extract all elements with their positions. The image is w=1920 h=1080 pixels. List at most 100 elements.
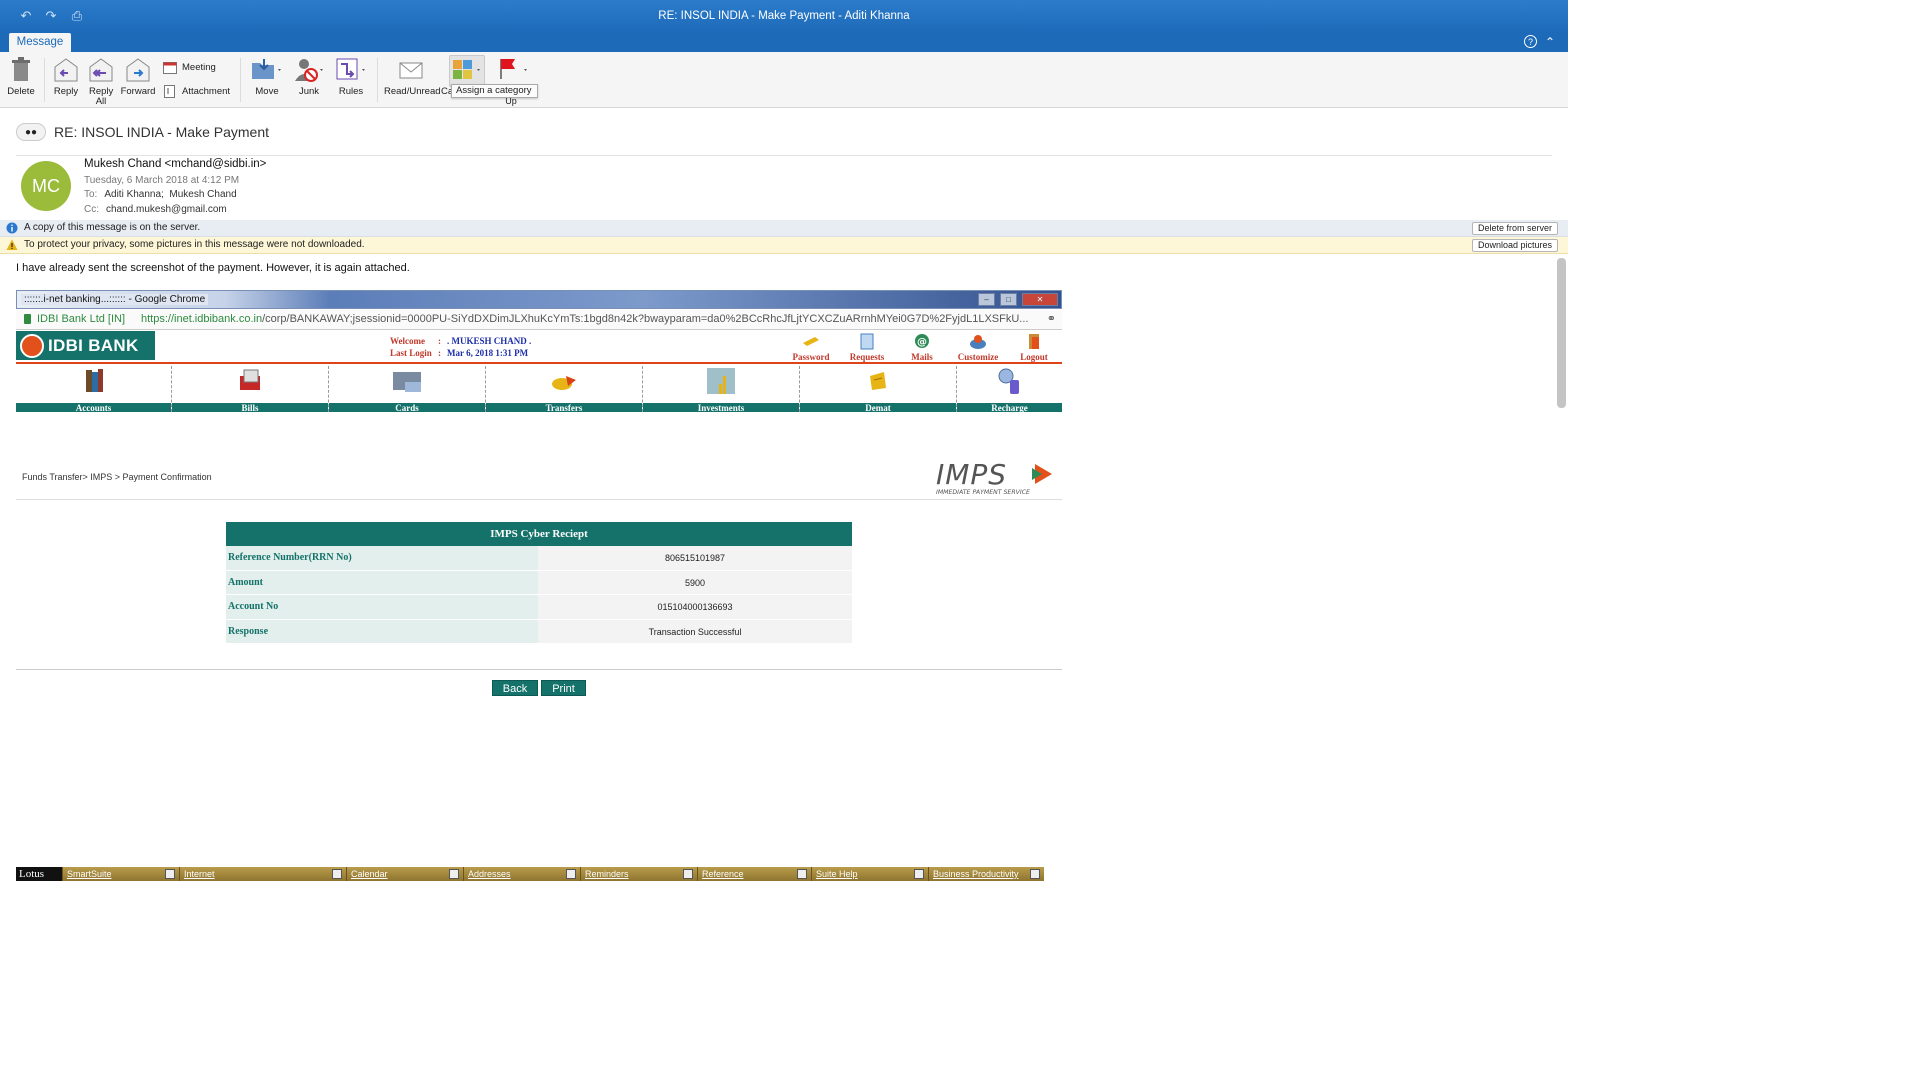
taskbar-item-icon [683,869,693,879]
calendar-icon [163,62,177,74]
to-recipients[interactable]: Aditi Khanna; Mukesh Chand [104,189,236,200]
browser-title-bar: ::::::.i-net banking...:::::: - Google C… [16,290,1062,309]
info-text: A copy of this message is on the server. [24,222,201,233]
trash-icon [12,57,30,81]
receipt-value: Transaction Successful [538,619,852,643]
welcome-block: Welcome:. MUKESH CHAND . Last Login: Mar … [390,336,532,358]
back-button: Back [492,680,538,696]
conversation-icon[interactable]: ●● [16,123,46,141]
menu-recharge-label: Recharge [957,403,1062,413]
menu-bills: Bills [172,366,329,413]
read-unread-button[interactable]: Read/Unread [384,55,441,97]
accounts-icon [85,369,103,392]
to-label: To: [84,189,98,200]
delete-button[interactable]: Delete [6,55,36,97]
delete-label: Delete [7,86,35,97]
meeting-label: Meeting [182,62,216,73]
junk-button[interactable]: Junk [292,55,326,97]
attachment-label: Attachment [182,86,231,97]
taskbar-item-icon [332,869,342,879]
reply-button[interactable]: Reply [51,55,81,97]
table-row: Response Transaction Successful [226,619,852,644]
receipt-label: Amount [226,570,538,594]
move-label: Move [255,86,279,97]
table-row: Reference Number(RRN No) 806515101987 [226,546,852,571]
email-subject: RE: INSOL INDIA - Make Payment [54,124,269,140]
attachment-button[interactable]: Attachment [163,85,230,98]
to-line: To: Aditi Khanna; Mukesh Chand [84,189,237,200]
taskbar-item-label: Reference [702,869,744,879]
demat-icon [870,372,886,390]
menu-cards: Cards [329,366,486,413]
ribbon: Delete Reply Reply All Forward Meeting A… [0,52,1568,108]
help-icon[interactable]: ? [1524,35,1537,48]
forward-button[interactable]: Forward [120,55,156,97]
topnav-requests: Requests [842,333,892,362]
svg-text:@: @ [917,337,927,348]
move-button[interactable]: Move [250,55,284,97]
imps-logo: IMPS IMMEDIATE PAYMENT SERVICE [936,458,1052,496]
transfers-icon [552,376,576,390]
divider [16,155,1552,156]
taskbar-item-label: Calendar [351,869,388,879]
menu-transfers: Transfers [486,366,643,413]
taskbar-item: SmartSuite [62,867,179,881]
ribbon-separator [377,58,378,102]
info-bar: A copy of this message is on the server.… [0,220,1568,237]
topnav-customize-label: Customize [957,352,999,362]
idbi-logo-mark [20,333,44,358]
meeting-button[interactable]: Meeting [163,61,216,74]
receipt-label: Reference Number(RRN No) [226,546,538,570]
taskbar-item: Internet [179,867,346,881]
reply-icon [54,58,78,82]
cc-label: Cc: [84,204,99,215]
menu-demat-label: Demat [800,403,956,413]
taskbar-item-icon [165,869,175,879]
reply-all-button[interactable]: Reply All [86,55,116,107]
taskbar-item-label: Suite Help [816,869,858,879]
lotus-brand: Lotus [16,867,62,881]
minimize-icon: – [978,293,995,306]
delete-from-server-button[interactable]: Delete from server [1471,222,1558,235]
cc-recipients[interactable]: chand.mukesh@gmail.com [106,204,227,215]
browser-title: ::::::.i-net banking...:::::: - Google C… [21,294,209,305]
attachment-icon [164,85,175,98]
rules-button[interactable]: Rules [334,55,368,97]
topnav-logout: Logout [1009,333,1059,362]
receipt-title: IMPS Cyber Reciept [226,522,852,546]
lock-icon [24,314,31,324]
bank-header: IDBI BANK Welcome:. MUKESH CHAND . Last … [16,331,1062,364]
taskbar-item-label: Internet [184,869,215,879]
envelope-icon [399,62,423,79]
warning-bar: To protect your privacy, some pictures i… [0,237,1568,254]
folder-move-icon [252,59,281,79]
topnav-requests-label: Requests [849,352,885,362]
scrollbar[interactable] [1557,258,1566,408]
taskbar-item: Business Productivity [928,867,1044,881]
rules-icon [336,58,365,80]
bills-icon [240,369,260,390]
print-button: Print [541,680,586,696]
tab-message[interactable]: Message [9,33,71,52]
follow-up-button[interactable] [495,55,531,87]
taskbar-item-icon [1030,869,1040,879]
key-icon: ⚭ [1046,313,1056,325]
taskbar-item: Addresses [463,867,580,881]
forward-icon [126,58,150,82]
menu-investments-label: Investments [643,403,799,413]
warning-text: To protect your privacy, some pictures i… [24,239,365,250]
lotus-taskbar: Lotus SmartSuite Internet Calendar Addre… [16,867,1044,881]
taskbar-item-icon [914,869,924,879]
assign-category-button[interactable] [449,55,485,87]
menu-transfers-label: Transfers [486,403,642,413]
download-pictures-button[interactable]: Download pictures [1471,239,1558,252]
last-login-label: Last Login [390,348,432,358]
receipt-label: Account No [226,595,538,619]
avatar: MC [21,161,71,211]
url-host: https://inet.idbibank.co.in [141,313,263,325]
sender[interactable]: Mukesh Chand <mchand@sidbi.in> [84,158,266,170]
imps-receipt: IMPS Cyber Reciept Reference Number(RRN … [226,522,852,644]
tab-row: Message ? ⌃ [0,33,1568,52]
recharge-icon [998,368,1019,394]
collapse-ribbon-icon[interactable]: ⌃ [1545,35,1555,49]
